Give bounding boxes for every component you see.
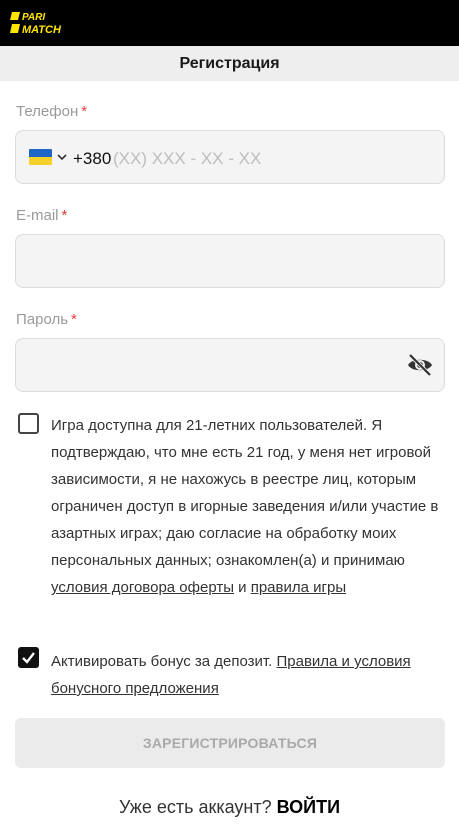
bonus-text: Активировать бонус за депозит. Правила и…: [51, 648, 441, 702]
game-rules-link[interactable]: правила игры: [251, 579, 346, 596]
offer-terms-link[interactable]: условия договора оферты: [51, 579, 234, 596]
terms-text: Игра доступна для 21-летних пользователе…: [51, 412, 441, 601]
email-label-text: E-mail: [16, 207, 59, 224]
ukraine-flag-icon[interactable]: [29, 149, 52, 165]
logo-text-1: PARI: [22, 12, 45, 23]
email-field[interactable]: [15, 234, 445, 288]
eye-off-icon[interactable]: [406, 352, 434, 378]
page-title: Регистрация: [179, 54, 280, 72]
phone-label-text: Телефон: [16, 103, 79, 120]
parimatch-logo[interactable]: PARI MATCH: [8, 10, 80, 36]
chevron-down-icon[interactable]: [56, 151, 68, 163]
bonus-checkbox[interactable]: [18, 647, 39, 668]
bonus-body: Активировать бонус за депозит.: [51, 653, 277, 670]
required-mark: *: [81, 103, 88, 120]
logo-text-2: MATCH: [22, 24, 62, 36]
terms-checkbox[interactable]: [18, 413, 39, 434]
login-link[interactable]: ВОЙТИ: [277, 797, 340, 817]
phone-label: Телефон *: [16, 103, 87, 120]
terms-conjunction: и: [234, 579, 251, 596]
required-mark: *: [61, 207, 68, 224]
app-header: PARI MATCH: [0, 0, 459, 46]
email-label: E-mail *: [16, 207, 67, 224]
phone-input-placeholder[interactable]: (XX) XXX - XX - XX: [113, 149, 261, 169]
register-button[interactable]: ЗАРЕГИСТРИРОВАТЬСЯ: [15, 718, 445, 768]
phone-field[interactable]: +380 (XX) XXX - XX - XX: [15, 130, 445, 184]
checkmark-icon: [22, 652, 35, 664]
required-mark: *: [71, 311, 77, 328]
password-label: Пароль *: [16, 311, 77, 328]
phone-prefix[interactable]: +380: [73, 149, 111, 169]
title-bar: Регистрация: [0, 46, 459, 81]
login-prompt: Уже есть аккаунт? ВОЙТИ: [0, 797, 459, 818]
password-label-text: Пароль: [16, 311, 69, 328]
terms-body: Игра доступна для 21-летних пользователе…: [51, 417, 439, 569]
login-prompt-text: Уже есть аккаунт?: [118, 797, 277, 817]
password-field[interactable]: [15, 338, 445, 392]
